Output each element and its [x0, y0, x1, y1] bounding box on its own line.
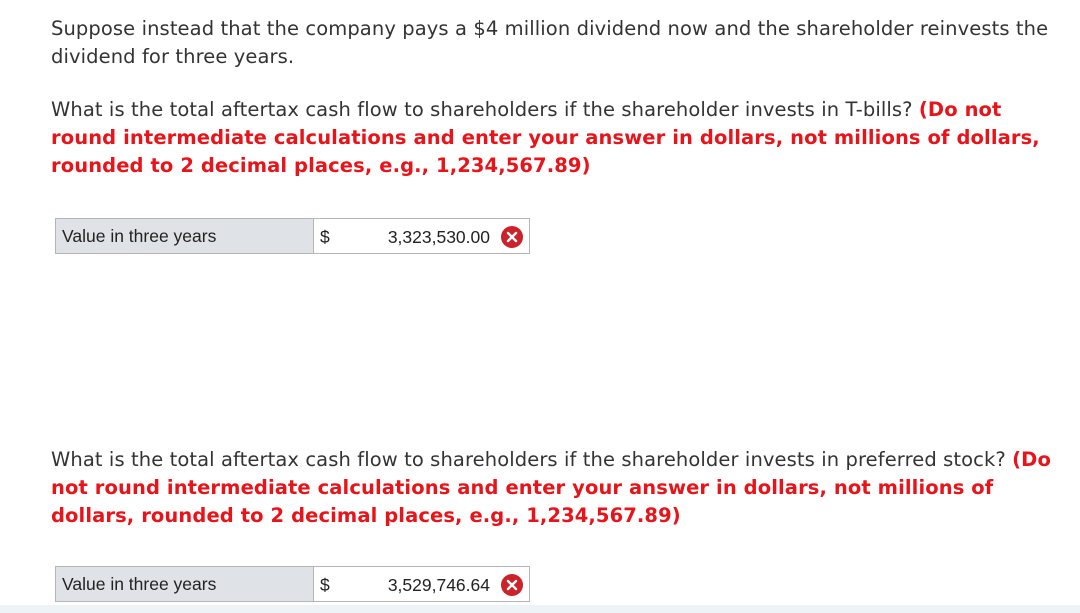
answer-value[interactable]: 3,529,746.64: [388, 575, 490, 596]
answer-label: Value in three years: [55, 218, 314, 254]
question-text: What is the total aftertax cash flow to …: [51, 98, 913, 121]
answer-value[interactable]: 3,323,530.00: [388, 227, 490, 248]
incorrect-x-icon: [501, 226, 523, 248]
incorrect-x-icon: [501, 574, 523, 596]
currency-symbol: $: [320, 227, 330, 247]
question-text: What is the total aftertax cash flow to …: [51, 448, 1006, 471]
answer-input-preferred-stock[interactable]: $ 3,529,746.64: [314, 566, 530, 602]
question-tbills: What is the total aftertax cash flow to …: [51, 96, 1061, 180]
question-preferred-stock: What is the total aftertax cash flow to …: [51, 446, 1061, 530]
bottom-divider: [0, 605, 1080, 613]
answer-input-tbills[interactable]: $ 3,323,530.00: [314, 218, 530, 254]
answer-row-tbills: Value in three years $ 3,323,530.00: [55, 218, 530, 254]
problem-intro: Suppose instead that the company pays a …: [51, 15, 1061, 71]
intro-text: Suppose instead that the company pays a …: [51, 17, 1049, 68]
answer-row-preferred-stock: Value in three years $ 3,529,746.64: [55, 566, 530, 602]
answer-label: Value in three years: [55, 566, 314, 602]
answer-label-text: Value in three years: [62, 573, 217, 594]
answer-label-text: Value in three years: [62, 225, 217, 246]
currency-symbol: $: [320, 575, 330, 595]
